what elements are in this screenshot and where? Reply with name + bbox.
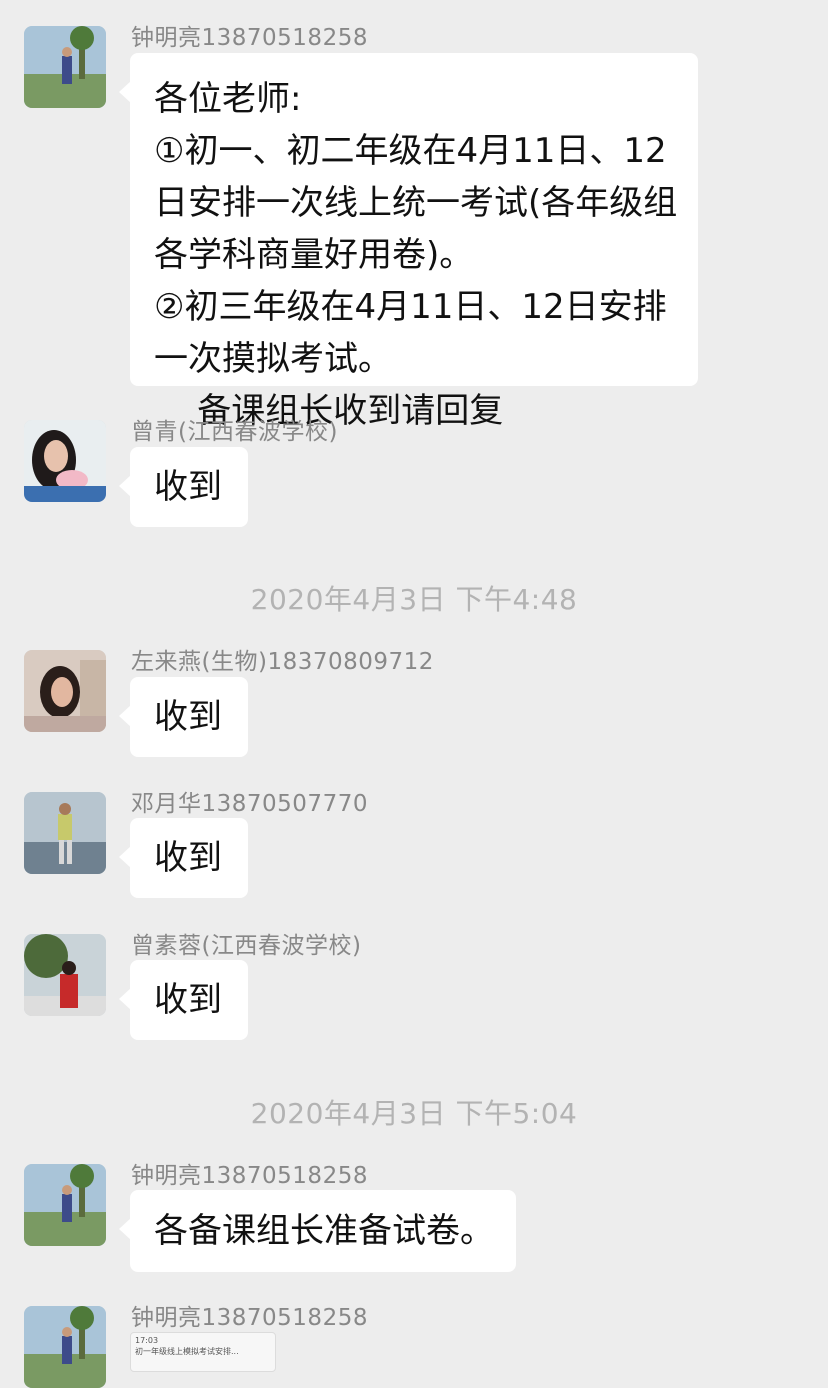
sender-name: 钟明亮13870518258 [131, 1305, 368, 1331]
timestamp: 2020年4月3日 下午4:48 [250, 583, 578, 616]
message-text: 收到 [154, 467, 222, 507]
avatar-zeng-surong[interactable] [24, 934, 106, 1016]
sender-name: 钟明亮13870518258 [131, 1163, 368, 1189]
avatar-zeng-qing[interactable] [24, 420, 106, 502]
sender-name: 曾素蓉(江西春波学校) [131, 933, 362, 959]
message-bubble[interactable]: 各备课组长准备试卷。 [119, 1190, 516, 1272]
attachment-title: 初一年级线上模拟考试安排... [135, 1347, 239, 1356]
timestamp: 2020年4月3日 下午5:04 [250, 1097, 578, 1130]
message-text: 收到 [154, 838, 222, 878]
message-text: 收到 [154, 980, 222, 1020]
sender-name: 曾青(江西春波学校) [131, 419, 338, 445]
attachment-time: 17:03 [135, 1336, 159, 1345]
sender-name: 左来燕(生物)18370809712 [131, 649, 434, 675]
avatar-zuo[interactable] [24, 650, 106, 732]
avatar-deng[interactable] [24, 792, 106, 874]
avatar-zhong[interactable] [24, 1164, 106, 1246]
message-bubble[interactable]: 各位老师: ①初一、初二年级在4月11日、12日安排一次线上统一考试(各年级组各… [119, 53, 698, 431]
message-text: 各备课组长准备试卷。 [154, 1211, 494, 1251]
message-bubble[interactable]: 收到 [119, 960, 248, 1040]
message-bubble[interactable]: 收到 [119, 677, 248, 757]
message-text: 收到 [154, 697, 222, 737]
attachment-thumbnail[interactable]: 17:03 初一年级线上模拟考试安排... [130, 1332, 276, 1372]
avatar-zhong[interactable] [24, 26, 106, 108]
message-text: 各位老师: ①初一、初二年级在4月11日、12日安排一次线上统一考试(各年级组各… [154, 79, 678, 431]
avatar-zhong[interactable] [24, 1306, 106, 1388]
sender-name: 邓月华13870507770 [131, 791, 368, 817]
message-bubble[interactable]: 收到 [119, 447, 248, 527]
message-bubble[interactable]: 收到 [119, 818, 248, 898]
sender-name: 钟明亮13870518258 [131, 25, 368, 51]
